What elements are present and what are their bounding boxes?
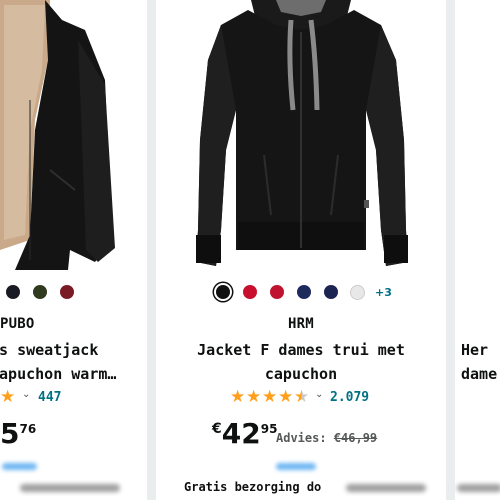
chevron-down-icon[interactable]: ⌄ <box>22 389 30 400</box>
product-card[interactable]: PUBO es sweatjack capuchon warm… ★ ⌄ 447… <box>0 0 147 500</box>
color-swatch[interactable] <box>297 285 311 299</box>
product-title[interactable]: es sweatjack capuchon warm… <box>0 338 116 386</box>
color-swatches: +3 <box>156 283 446 303</box>
chevron-down-icon[interactable]: ⌄ <box>315 389 323 400</box>
star-half-icon: ★ <box>294 387 310 407</box>
blurred-delivery-text <box>346 484 426 492</box>
title-line-2: capuchon warm… <box>0 365 117 383</box>
product-brand: PUBO <box>0 316 35 332</box>
star-icon: ★ <box>278 387 294 407</box>
color-swatch[interactable] <box>350 285 365 300</box>
title-line-2: capuchon <box>264 365 338 383</box>
color-swatch[interactable] <box>270 285 284 299</box>
price: 576 <box>0 417 37 450</box>
color-swatch[interactable] <box>324 285 338 299</box>
color-swatch[interactable] <box>60 285 74 299</box>
delivery-info: Gratis bezorging do <box>184 480 322 494</box>
color-swatch-selected[interactable] <box>216 285 230 299</box>
blurred-badge <box>2 463 37 470</box>
product-image[interactable] <box>156 0 446 270</box>
rating[interactable]: ★ ⌄ 447 <box>0 388 110 406</box>
color-swatches <box>0 283 147 303</box>
rating[interactable]: ★ ★ ★ ★ ★ ⌄ 2.079 <box>230 388 380 406</box>
color-swatch[interactable] <box>6 285 20 299</box>
more-colors-link[interactable]: +3 <box>375 286 392 299</box>
product-image[interactable] <box>455 0 500 270</box>
product-card[interactable]: +3 HRM Jacket F dames trui met capuchon … <box>156 0 446 500</box>
review-count[interactable]: 447 <box>38 390 61 405</box>
product-title[interactable]: Her dame <box>461 338 497 386</box>
star-icon: ★ <box>262 387 278 407</box>
blurred-delivery-text <box>457 484 500 492</box>
product-title[interactable]: Jacket F dames trui met capuchon <box>156 338 446 386</box>
blurred-delivery-text <box>20 484 120 492</box>
title-line-1: Her <box>461 341 489 359</box>
product-card[interactable]: Her dame <box>455 0 500 500</box>
review-count[interactable]: 2.079 <box>330 390 369 405</box>
product-brand: HRM <box>288 316 314 332</box>
title-line-2: dame <box>461 365 498 383</box>
star-icon: ★ <box>230 387 246 407</box>
product-image[interactable] <box>0 0 147 270</box>
list-price: Advies: €46,99 <box>276 431 378 445</box>
color-swatch[interactable] <box>243 285 257 299</box>
title-line-1: Jacket F dames trui met <box>197 341 405 359</box>
price: €4295 <box>212 417 278 450</box>
star-icon: ★ <box>246 387 262 407</box>
blurred-badge <box>276 463 316 470</box>
title-line-1: es sweatjack <box>0 341 99 359</box>
hoodie-image <box>196 0 408 266</box>
star-half-icon: ★ <box>0 387 16 407</box>
hoodie-image <box>0 0 115 270</box>
color-swatch[interactable] <box>33 285 47 299</box>
